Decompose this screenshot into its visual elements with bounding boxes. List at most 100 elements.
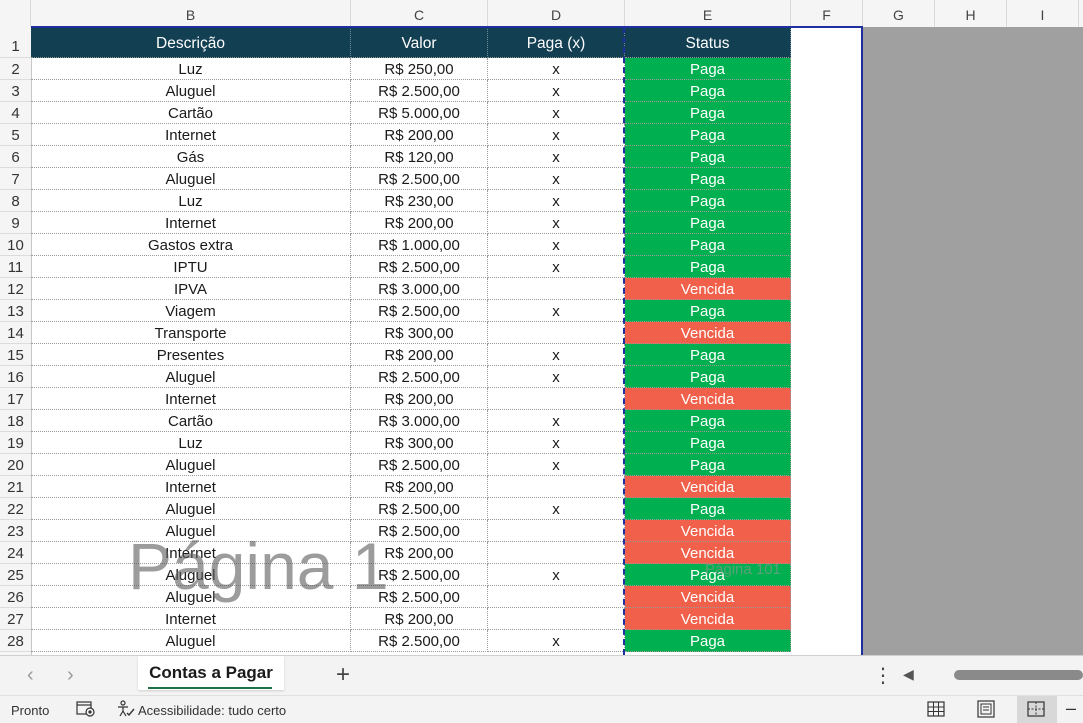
cell-valor[interactable]: R$ 200,00 (351, 388, 488, 410)
row-header[interactable]: 22 (0, 498, 31, 520)
row-header[interactable]: 5 (0, 124, 31, 146)
scroll-left-icon[interactable]: ◀ (903, 666, 914, 683)
cell-status[interactable]: Paga (625, 630, 791, 652)
row-header[interactable]: 15 (0, 344, 31, 366)
cell-status[interactable]: Vencida (625, 322, 791, 344)
cell-paga[interactable]: x (488, 102, 625, 124)
header-status[interactable]: Status (625, 27, 791, 58)
normal-view-icon[interactable] (927, 700, 947, 718)
cell-f[interactable] (791, 542, 863, 564)
cell-paga[interactable]: x (488, 234, 625, 256)
row-header[interactable]: 2 (0, 58, 31, 80)
cell-f[interactable] (791, 102, 863, 124)
cell-descricao[interactable]: Internet (31, 124, 351, 146)
cell-f[interactable] (791, 344, 863, 366)
row-header[interactable]: 27 (0, 608, 31, 630)
cell-f[interactable] (791, 630, 863, 652)
sheet-tab-contas-a-pagar[interactable]: Contas a Pagar (138, 656, 284, 690)
row-header[interactable]: 21 (0, 476, 31, 498)
cell-valor[interactable]: R$ 250,00 (351, 58, 488, 80)
header-paga[interactable]: Paga (x) (488, 27, 625, 58)
column-header-h[interactable]: H (935, 0, 1007, 27)
column-header-b[interactable]: B (31, 0, 351, 27)
cell-status[interactable]: Paga (625, 146, 791, 168)
cell-valor[interactable]: R$ 2.500,00 (351, 454, 488, 476)
row-header[interactable]: 20 (0, 454, 31, 476)
row-header[interactable]: 14 (0, 322, 31, 344)
cell-valor[interactable]: R$ 3.000,00 (351, 410, 488, 432)
cell-paga[interactable]: x (488, 256, 625, 278)
cell-descricao[interactable]: Internet (31, 476, 351, 498)
cell-status[interactable]: Paga (625, 234, 791, 256)
cell-f[interactable] (791, 410, 863, 432)
cell-valor[interactable]: R$ 200,00 (351, 476, 488, 498)
row-header[interactable]: 28 (0, 630, 31, 652)
cell-f[interactable] (791, 366, 863, 388)
macro-record-icon[interactable] (76, 700, 96, 721)
cell-status[interactable]: Vencida (625, 278, 791, 300)
row-header[interactable]: 11 (0, 256, 31, 278)
cell-descricao[interactable]: Aluguel (31, 520, 351, 542)
cell-f[interactable] (791, 432, 863, 454)
cell-valor[interactable]: R$ 2.500,00 (351, 586, 488, 608)
cell-paga[interactable]: x (488, 564, 625, 586)
cell-status[interactable]: Paga (625, 124, 791, 146)
cell-valor[interactable]: R$ 300,00 (351, 432, 488, 454)
cell-status[interactable]: Vencida (625, 476, 791, 498)
cell-f[interactable] (791, 190, 863, 212)
next-sheet-icon[interactable]: › (67, 664, 74, 687)
column-header-c[interactable]: C (351, 0, 488, 27)
row-header[interactable]: 19 (0, 432, 31, 454)
cell-status[interactable]: Paga (625, 432, 791, 454)
cell-valor[interactable]: R$ 3.000,00 (351, 278, 488, 300)
cell-descricao[interactable]: Luz (31, 190, 351, 212)
cell-valor[interactable]: R$ 300,00 (351, 322, 488, 344)
spreadsheet-grid[interactable]: Descrição Valor Paga (x) Status Luz R$ 25… (31, 27, 863, 655)
cell-descricao[interactable]: Cartão (31, 102, 351, 124)
row-header[interactable]: 4 (0, 102, 31, 124)
cell-status[interactable]: Vencida (625, 520, 791, 542)
cell-status[interactable]: Paga (625, 366, 791, 388)
cell-paga[interactable]: x (488, 80, 625, 102)
row-header[interactable]: 24 (0, 542, 31, 564)
cell-status[interactable]: Paga (625, 80, 791, 102)
cell-status[interactable]: Vencida (625, 608, 791, 630)
cell-status[interactable]: Paga (625, 212, 791, 234)
cell-paga[interactable]: x (488, 366, 625, 388)
cell-paga[interactable]: x (488, 58, 625, 80)
cell-descricao[interactable]: IPTU (31, 256, 351, 278)
cell-descricao[interactable]: Aluguel (31, 498, 351, 520)
cell-descricao[interactable]: Presentes (31, 344, 351, 366)
cell-valor[interactable]: R$ 200,00 (351, 344, 488, 366)
cell-valor[interactable]: R$ 2.500,00 (351, 366, 488, 388)
cell-f[interactable] (791, 58, 863, 80)
header-descricao[interactable]: Descrição (31, 27, 351, 58)
row-header[interactable]: 8 (0, 190, 31, 212)
cell-f[interactable] (791, 498, 863, 520)
plus-icon[interactable]: + (336, 661, 350, 689)
cell-paga[interactable]: x (488, 300, 625, 322)
column-header-i[interactable]: I (1007, 0, 1079, 27)
cell-descricao[interactable]: IPVA (31, 278, 351, 300)
cell-f[interactable] (791, 322, 863, 344)
cell-status[interactable]: Paga (625, 564, 791, 586)
cell-descricao[interactable]: Internet (31, 608, 351, 630)
cell-descricao[interactable]: Internet (31, 388, 351, 410)
row-header[interactable]: 26 (0, 586, 31, 608)
cell-paga[interactable]: x (488, 432, 625, 454)
accessibility-status-text[interactable]: Acessibilidade: tudo certo (138, 703, 286, 718)
cell-status[interactable]: Paga (625, 102, 791, 124)
cell-status[interactable]: Paga (625, 168, 791, 190)
cell-f[interactable] (791, 278, 863, 300)
row-header[interactable]: 12 (0, 278, 31, 300)
cell-valor[interactable]: R$ 2.500,00 (351, 498, 488, 520)
cell-descricao[interactable]: Luz (31, 432, 351, 454)
cell-f[interactable] (791, 564, 863, 586)
cell-status[interactable]: Paga (625, 256, 791, 278)
cell-paga[interactable]: x (488, 168, 625, 190)
cell-paga[interactable]: x (488, 212, 625, 234)
zoom-out-icon[interactable]: – (1066, 698, 1076, 719)
cell-descricao[interactable]: Aluguel (31, 168, 351, 190)
cell-descricao[interactable]: Aluguel (31, 454, 351, 476)
row-header[interactable]: 3 (0, 80, 31, 102)
